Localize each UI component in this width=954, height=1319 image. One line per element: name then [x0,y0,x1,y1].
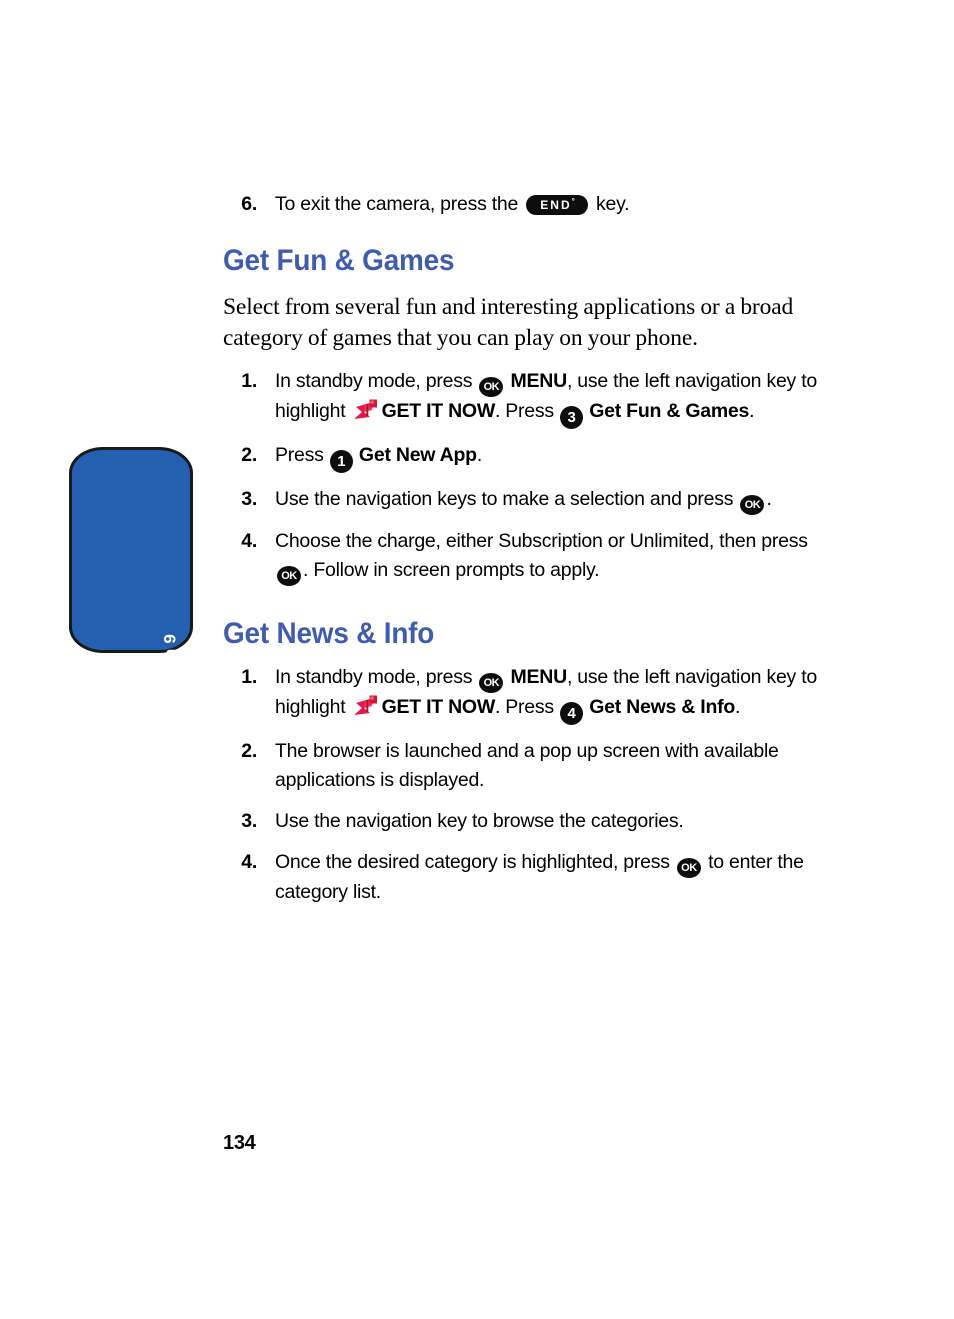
section-heading: Get Fun & Games [223,243,455,277]
step-text: . [476,443,482,466]
step-number: 4. [241,850,257,873]
end-key-icon: END° [526,195,588,215]
ok-key-icon: OK [479,376,504,397]
circled-number-icon: 4 [560,702,584,726]
top-step-list: 6. To exit the camera, press the END° key… [223,190,823,219]
step-text: Use the navigation keys to make a select… [275,487,739,510]
step-text: . Press [494,696,560,719]
step-text: . [749,399,755,422]
list-item: 4. Once the desired category is highlight… [223,848,823,907]
ok-key-icon: OK [740,494,765,515]
sections-container: Get Fun & Games Select from several fun a… [223,245,823,907]
page-content: 6. To exit the camera, press the END° key… [223,190,823,919]
step-emphasis-text: MENU [505,666,568,689]
ok-key-icon: OK [479,673,504,694]
list-item: 2. Press 1 Get New App. [223,441,823,473]
step-number: 1. [241,666,257,689]
step-list: 1. In standby mode, press OK MENU, use th… [223,367,823,586]
step-text-before: To exit the camera, press the [275,193,519,215]
circled-number-icon: 3 [560,405,584,429]
step-text: In standby mode, press [275,666,478,689]
ok-key-icon: OK [277,565,301,586]
list-item: 3. Use the navigation key to browse the c… [223,807,823,836]
list-item: 3. Use the navigation keys to make a sele… [223,485,823,515]
step-number: 3. [241,487,257,510]
page-number: 134 [223,1132,256,1154]
step-text: . [766,487,772,510]
step-number: 1. [241,369,257,392]
section-tab-label: Section 9 [160,634,179,712]
step-text: Once the desired category is highlighted… [275,850,675,873]
step-emphasis-text: Get New App [353,443,477,466]
step-text: Press [275,443,329,466]
list-item: 6. To exit the camera, press the END° key… [223,190,823,219]
step-text: Use the navigation key to browse the cat… [275,810,684,833]
section-heading: Get News & Info [223,616,435,650]
get-it-now-icon [353,399,379,421]
step-number: 3. [241,810,257,833]
step-list: 1. In standby mode, press OK MENU, use th… [223,663,823,906]
step-text: . Follow in screen prompts to apply. [303,558,600,581]
step-text: In standby mode, press [275,369,478,392]
step-text-after: key. [596,193,630,215]
end-key-label: END [540,198,572,212]
step-number: 2. [241,443,257,466]
step-number: 2. [241,740,257,763]
end-key-superscript: ° [571,197,575,206]
section-tab: Section 9 [69,447,193,711]
list-item: 1. In standby mode, press OK MENU, use th… [223,663,823,726]
step-text: . Press [494,399,560,422]
circled-number-icon: 1 [329,449,353,473]
step-number: 6. [241,193,257,215]
step-text: The browser is launched and a pop up scr… [275,740,779,792]
get-it-now-icon [353,695,379,717]
list-item: 2. The browser is launched and a pop up s… [223,737,823,795]
list-item: 4. Choose the charge, either Subscription… [223,527,823,586]
step-text: Choose the charge, either Subscription o… [275,529,808,552]
ok-key-icon: OK [676,857,701,878]
step-emphasis-text: GET IT NOW [381,399,496,422]
step-number: 4. [241,529,257,552]
step-emphasis-text: GET IT NOW [381,696,496,719]
step-text: . [735,696,741,719]
list-item: 1. In standby mode, press OK MENU, use th… [223,367,823,429]
step-emphasis-text: MENU [505,369,568,392]
section-intro-paragraph: Select from several fun and interesting … [223,294,794,351]
step-emphasis-text: Get News & Info [584,696,736,719]
step-emphasis-text: Get Fun & Games [584,399,750,422]
